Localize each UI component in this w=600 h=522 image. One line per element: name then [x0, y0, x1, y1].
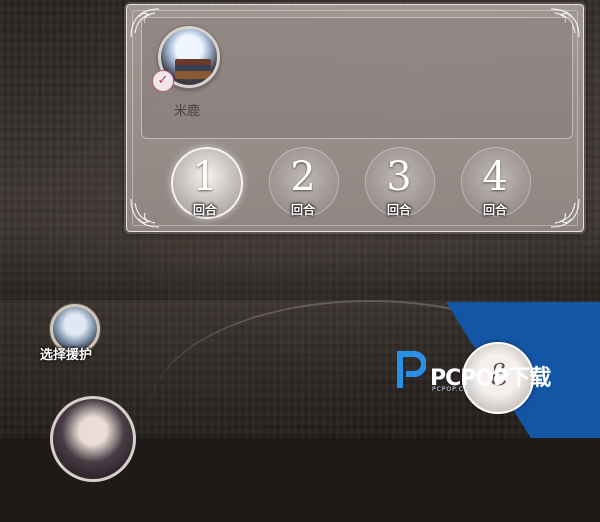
round-button-3[interactable]: 3 回合	[361, 145, 437, 221]
round-button-4[interactable]: 4 回合	[457, 145, 533, 221]
corner-ornament-icon	[129, 195, 163, 229]
watermark-logo-icon	[396, 350, 427, 390]
books-icon	[175, 59, 211, 79]
support-label: 选择援护	[40, 348, 93, 363]
character-name: 米鹿	[173, 104, 200, 119]
round-number: 3	[386, 154, 412, 200]
round-number: 1	[192, 154, 218, 200]
round-label: 回合	[192, 203, 217, 217]
round-selector: 1 回合 2 回合 3 回合 4 回合	[167, 145, 567, 225]
round-number: 4	[482, 154, 508, 200]
round-label: 回合	[386, 203, 411, 217]
round-label: 回合	[290, 203, 315, 217]
check-icon: ✓	[152, 70, 174, 92]
round-label: 回合	[482, 203, 507, 217]
round-select-panel: ✓ 米鹿 1 回合 2 回合 3 回合 4 回合	[126, 4, 584, 232]
round-button-2[interactable]: 2 回合	[265, 145, 341, 221]
character-avatar[interactable]	[50, 396, 136, 482]
character-slot-area: ✓ 米鹿	[141, 17, 573, 139]
watermark-subtext: PCPOP.COM	[432, 386, 476, 393]
round-button-1[interactable]: 1 回合	[167, 145, 243, 221]
background-shade	[0, 230, 600, 300]
round-number: 2	[290, 154, 316, 200]
